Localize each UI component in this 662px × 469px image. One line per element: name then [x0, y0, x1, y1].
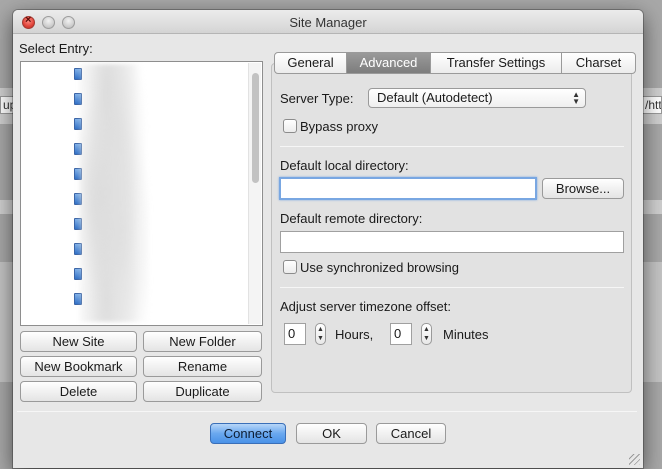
background-field-left: up: [0, 96, 14, 114]
server-type-select[interactable]: Default (Autodetect) ▲ ▼: [368, 88, 586, 108]
tab-general[interactable]: General: [275, 53, 347, 73]
tab-advanced[interactable]: Advanced: [347, 53, 431, 73]
resize-grip-icon[interactable]: [629, 454, 640, 465]
minutes-offset-input[interactable]: 0: [390, 323, 412, 345]
default-local-directory-label: Default local directory:: [280, 158, 409, 173]
synchronized-browsing-label[interactable]: Use synchronized browsing: [300, 260, 459, 275]
server-type-value: Default (Autodetect): [377, 90, 493, 105]
minutes-label: Minutes: [443, 327, 489, 342]
entry-list-scroll-thumb[interactable]: [252, 73, 259, 183]
tab-transfer-settings[interactable]: Transfer Settings: [431, 53, 562, 73]
ok-button[interactable]: OK: [296, 423, 367, 444]
default-remote-directory-label: Default remote directory:: [280, 211, 423, 226]
window-title: Site Manager: [289, 15, 367, 30]
hours-stepper[interactable]: ▲ ▼: [315, 323, 326, 345]
delete-button[interactable]: Delete: [20, 381, 137, 402]
background-field-right: /htt: [642, 96, 662, 114]
default-local-directory-input[interactable]: [279, 177, 537, 200]
settings-tab-bar: General Advanced Transfer Settings Chars…: [274, 52, 636, 74]
select-arrows-icon: ▲ ▼: [572, 90, 580, 106]
new-site-button[interactable]: New Site: [20, 331, 137, 352]
browse-button[interactable]: Browse...: [542, 178, 624, 199]
redacted-entry-names: [79, 64, 149, 322]
site-entry-tree[interactable]: [20, 61, 263, 326]
background-strip-low-left: [0, 262, 14, 382]
hours-label: Hours,: [335, 327, 374, 342]
default-remote-directory-input[interactable]: [280, 231, 624, 253]
background-strip-low-right: [642, 262, 662, 382]
synchronized-browsing-checkbox[interactable]: [283, 260, 297, 274]
select-entry-label: Select Entry:: [19, 41, 93, 56]
server-type-label: Server Type:: [280, 91, 354, 106]
footer-divider: [17, 411, 637, 412]
rename-button[interactable]: Rename: [143, 356, 262, 377]
background-strip-mid-right: [642, 200, 662, 214]
bypass-proxy-checkbox[interactable]: [283, 119, 297, 133]
minutes-stepper[interactable]: ▲ ▼: [421, 323, 432, 345]
new-bookmark-button[interactable]: New Bookmark: [20, 356, 137, 377]
site-manager-window: Site Manager Select Entry: New Site New …: [13, 10, 643, 468]
bypass-proxy-label[interactable]: Bypass proxy: [300, 119, 378, 134]
section-divider: [280, 287, 624, 288]
title-bar[interactable]: Site Manager: [13, 10, 643, 34]
site-settings-panel: [271, 63, 632, 393]
background-strip-mid-left: [0, 200, 14, 214]
entry-list-scrollbar[interactable]: [248, 63, 261, 324]
hours-offset-input[interactable]: 0: [284, 323, 306, 345]
tab-charset[interactable]: Charset: [562, 53, 635, 73]
connect-button[interactable]: Connect: [210, 423, 286, 444]
new-folder-button[interactable]: New Folder: [143, 331, 262, 352]
cancel-button[interactable]: Cancel: [376, 423, 446, 444]
section-divider: [280, 146, 624, 147]
timezone-offset-label: Adjust server timezone offset:: [280, 299, 452, 314]
duplicate-button[interactable]: Duplicate: [143, 381, 262, 402]
